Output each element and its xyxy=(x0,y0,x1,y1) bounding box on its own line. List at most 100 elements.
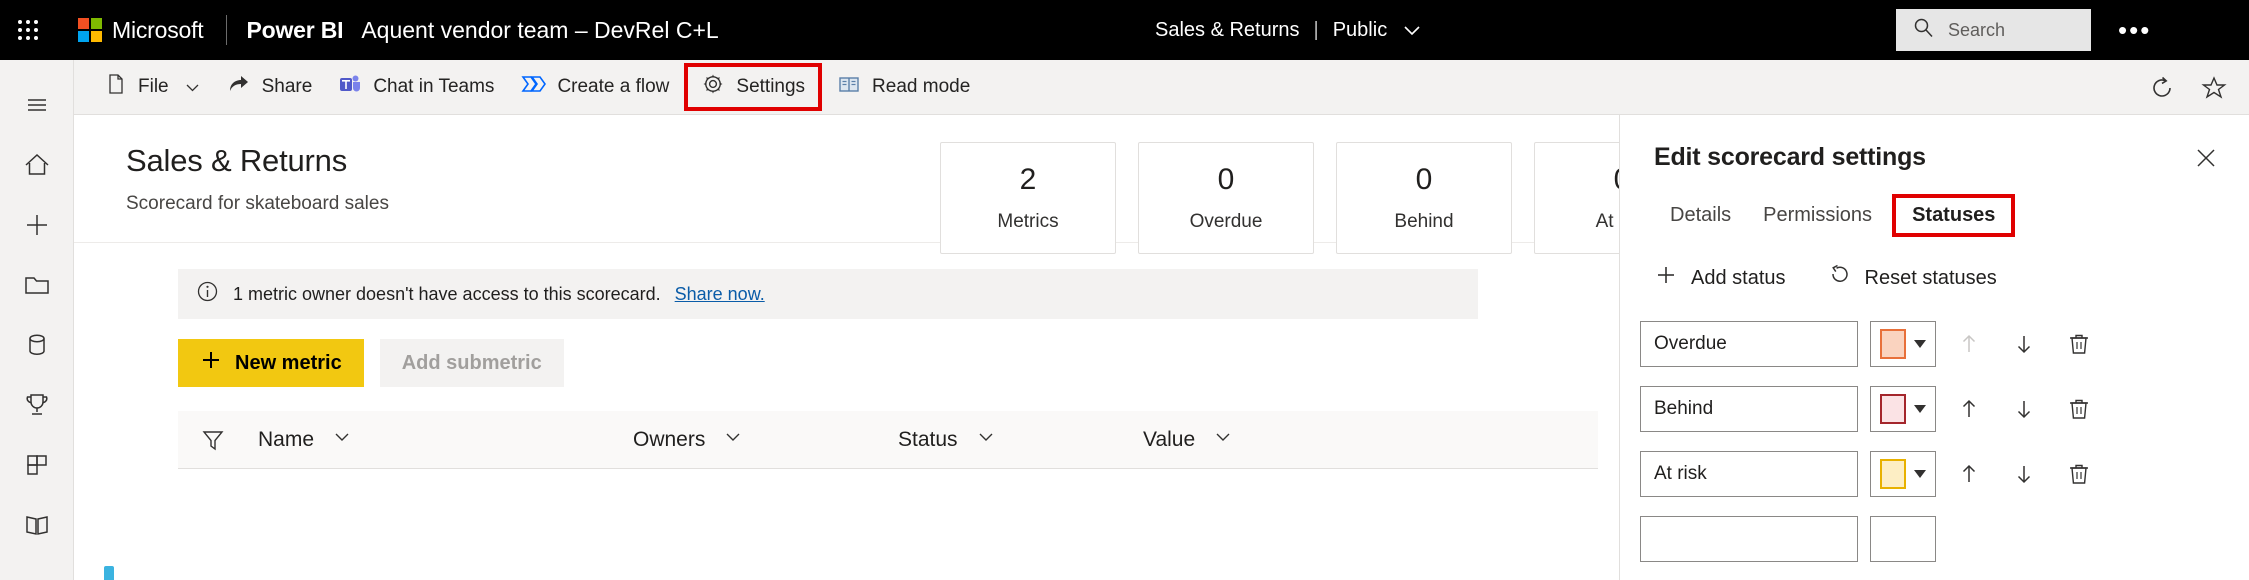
column-header-owners[interactable]: Owners xyxy=(633,411,743,469)
notice-wrapper: 1 metric owner doesn't have access to th… xyxy=(74,243,1619,319)
panel-header: Edit scorecard settings xyxy=(1620,115,2249,172)
delete-status-icon[interactable] xyxy=(2057,452,2101,496)
move-up-icon[interactable] xyxy=(1947,452,1991,496)
topbar-more-icon[interactable]: ••• xyxy=(2118,0,2151,60)
workspace-name[interactable]: Aquent vendor team – DevRel C+L xyxy=(361,17,718,44)
share-button[interactable]: Share xyxy=(214,67,326,107)
plus-icon xyxy=(200,349,222,377)
kpi-value: 0 xyxy=(1218,163,1235,197)
file-menu-button[interactable]: File xyxy=(92,67,214,107)
browse-folder-icon[interactable] xyxy=(0,255,74,315)
tab-details[interactable]: Details xyxy=(1654,198,1747,233)
move-down-icon[interactable] xyxy=(2002,387,2046,431)
scorecard-context: Sales & Returns | Public xyxy=(1155,0,1423,60)
search-input[interactable]: Search xyxy=(1896,9,2091,51)
kpi-label: Metrics xyxy=(997,211,1058,233)
home-icon[interactable] xyxy=(0,135,74,195)
favorite-star-icon[interactable] xyxy=(2193,67,2235,109)
panel-title: Edit scorecard settings xyxy=(1654,143,2249,172)
tab-statuses[interactable]: Statuses xyxy=(1896,198,2011,233)
filter-icon[interactable] xyxy=(200,411,226,469)
add-status-label: Add status xyxy=(1691,267,1786,290)
add-status-button[interactable]: Add status xyxy=(1654,263,1786,293)
new-metric-button[interactable]: New metric xyxy=(178,339,364,387)
plus-icon xyxy=(1654,263,1678,293)
context-separator: | xyxy=(1314,19,1319,42)
reset-icon xyxy=(1828,263,1852,293)
status-row xyxy=(1640,386,2249,432)
apps-grid-icon[interactable] xyxy=(0,435,74,495)
status-name-input-partial[interactable] xyxy=(1640,516,1858,562)
kpi-card-behind[interactable]: 0 Behind xyxy=(1336,142,1512,254)
power-bi-brand[interactable]: Power BI xyxy=(247,17,344,44)
kpi-label: Behind xyxy=(1394,211,1453,233)
color-swatch xyxy=(1880,394,1906,424)
microsoft-logo[interactable]: Microsoft xyxy=(78,17,204,44)
settings-label: Settings xyxy=(736,76,805,98)
teams-icon xyxy=(338,73,362,101)
status-row xyxy=(1640,321,2249,367)
status-name-input[interactable] xyxy=(1640,451,1858,497)
chevron-down-icon[interactable] xyxy=(1401,19,1423,41)
move-down-icon[interactable] xyxy=(2002,322,2046,366)
status-row xyxy=(1640,451,2249,497)
chevron-down-icon[interactable] xyxy=(1213,427,1233,453)
move-up-icon xyxy=(1947,322,1991,366)
tab-permissions[interactable]: Permissions xyxy=(1747,198,1888,233)
chat-in-teams-button[interactable]: Chat in Teams xyxy=(325,67,507,107)
share-now-link[interactable]: Share now. xyxy=(675,284,765,305)
status-row-partial xyxy=(1640,516,2249,562)
metrics-table-header: Name Owners Status Value xyxy=(178,411,1598,469)
learn-book-icon[interactable] xyxy=(0,495,74,555)
kpi-label: Overdue xyxy=(1190,211,1263,233)
status-color-picker[interactable] xyxy=(1870,451,1936,497)
kpi-card-at-risk[interactable]: 0 At risk xyxy=(1534,142,1619,254)
status-name-input[interactable] xyxy=(1640,386,1858,432)
status-color-picker-partial[interactable] xyxy=(1870,516,1936,562)
read-mode-button[interactable]: Read mode xyxy=(824,67,983,107)
metric-action-row: New metric Add submetric xyxy=(74,319,1619,387)
new-metric-label: New metric xyxy=(235,352,342,375)
column-label: Owners xyxy=(633,428,705,452)
delete-status-icon[interactable] xyxy=(2057,387,2101,431)
chevron-down-icon[interactable] xyxy=(332,427,352,453)
column-label: Status xyxy=(898,428,958,452)
access-notice-bar: 1 metric owner doesn't have access to th… xyxy=(178,269,1478,319)
move-up-icon[interactable] xyxy=(1947,387,1991,431)
status-name-input[interactable] xyxy=(1640,321,1858,367)
command-bar: File Share Ch xyxy=(74,60,2249,115)
kpi-card-overdue[interactable]: 0 Overdue xyxy=(1138,142,1314,254)
command-bar-right-actions xyxy=(2141,60,2235,115)
kpi-summary-strip: 2 Metrics 0 Overdue 0 Behind 0 At risk xyxy=(940,142,1619,254)
add-submetric-button: Add submetric xyxy=(380,339,564,387)
scorecard-main-area: Sales & Returns Scorecard for skateboard… xyxy=(74,115,1619,580)
chevron-down-icon xyxy=(1914,470,1926,478)
create-icon[interactable] xyxy=(0,195,74,255)
reset-statuses-label: Reset statuses xyxy=(1865,267,1997,290)
column-header-status[interactable]: Status xyxy=(898,411,996,469)
status-color-picker[interactable] xyxy=(1870,321,1936,367)
reset-statuses-button[interactable]: Reset statuses xyxy=(1828,263,1997,293)
app-launcher-icon[interactable] xyxy=(0,0,56,60)
goals-trophy-icon[interactable] xyxy=(0,375,74,435)
context-visibility[interactable]: Public xyxy=(1333,19,1387,42)
move-down-icon[interactable] xyxy=(2002,452,2046,496)
column-header-name[interactable]: Name xyxy=(258,411,352,469)
delete-status-icon[interactable] xyxy=(2057,322,2101,366)
kpi-card-metrics[interactable]: 2 Metrics xyxy=(940,142,1116,254)
status-color-picker[interactable] xyxy=(1870,386,1936,432)
chevron-down-icon[interactable] xyxy=(976,427,996,453)
chevron-down-icon[interactable] xyxy=(723,427,743,453)
column-header-value[interactable]: Value xyxy=(1143,411,1233,469)
kpi-label: At risk xyxy=(1596,211,1619,233)
create-a-flow-button[interactable]: Create a flow xyxy=(507,67,682,107)
data-hub-icon[interactable] xyxy=(0,315,74,375)
settings-button[interactable]: Settings xyxy=(688,67,818,107)
search-placeholder: Search xyxy=(1948,20,2005,41)
hamburger-menu-icon[interactable] xyxy=(0,75,74,135)
refresh-icon[interactable] xyxy=(2141,67,2183,109)
context-scorecard-name[interactable]: Sales & Returns xyxy=(1155,19,1300,42)
notice-text: 1 metric owner doesn't have access to th… xyxy=(233,284,661,305)
file-icon xyxy=(105,73,127,101)
close-icon[interactable] xyxy=(2189,141,2223,175)
